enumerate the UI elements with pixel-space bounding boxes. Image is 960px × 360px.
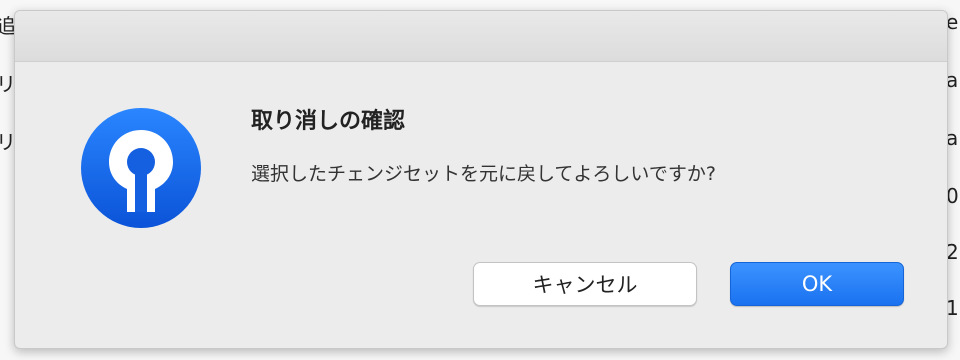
confirm-revert-dialog: 取り消しの確認 選択したチェンジセットを元に戻してよろしいですか? キャンセル … (14, 10, 948, 349)
background-window-left-edge: 追 リ リ (0, 0, 14, 360)
sourcetree-logo-svg (81, 108, 201, 228)
dialog-title: 取り消しの確認 (251, 109, 406, 134)
cancel-button[interactable]: キャンセル (473, 262, 697, 306)
background-text-fragment: リ (0, 72, 14, 96)
background-window-right-edge: e a a 0 2 1 (946, 0, 960, 360)
dialog-message: 選択したチェンジセットを元に戻してよろしいですか? (251, 163, 716, 185)
background-text-fragment: リ (0, 130, 14, 154)
background-text-fragment: 追 (0, 14, 14, 38)
dialog-titlebar (15, 11, 947, 62)
ok-button[interactable]: OK (730, 262, 904, 306)
sourcetree-logo-icon (79, 106, 203, 230)
